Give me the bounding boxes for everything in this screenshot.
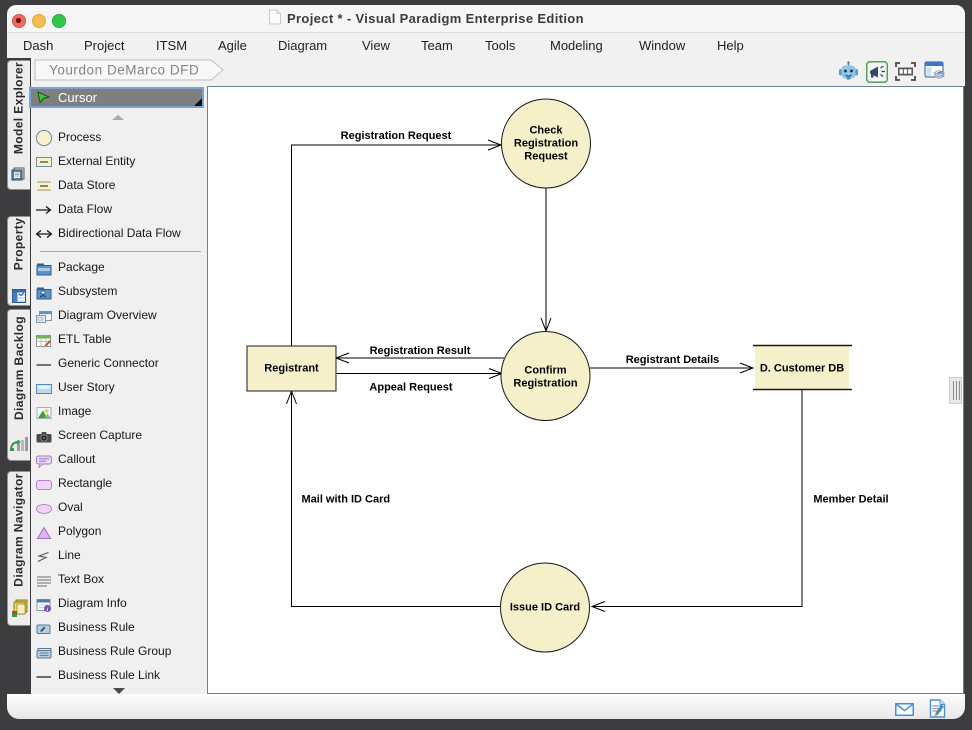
svg-text:D. Customer DB: D. Customer DB	[760, 363, 844, 375]
svg-text:Registration Request: Registration Request	[341, 130, 452, 142]
svg-text:Issue ID Card: Issue ID Card	[510, 602, 580, 614]
svg-text:Member Detail: Member Detail	[813, 494, 888, 506]
svg-text:Registration: Registration	[514, 138, 578, 150]
svg-text:Appeal Request: Appeal Request	[369, 382, 452, 394]
svg-text:Registrant: Registrant	[264, 363, 319, 375]
svg-text:Registration Result: Registration Result	[370, 345, 471, 357]
svg-text:Check: Check	[529, 125, 563, 137]
svg-text:Registration: Registration	[513, 378, 577, 390]
svg-text:Mail with ID Card: Mail with ID Card	[301, 494, 390, 506]
svg-text:Confirm: Confirm	[524, 365, 566, 377]
svg-text:Registrant Details: Registrant Details	[626, 354, 720, 366]
svg-text:Yourdon DeMarco DFD: Yourdon DeMarco DFD	[49, 63, 199, 78]
svg-text:Request: Request	[524, 151, 568, 163]
